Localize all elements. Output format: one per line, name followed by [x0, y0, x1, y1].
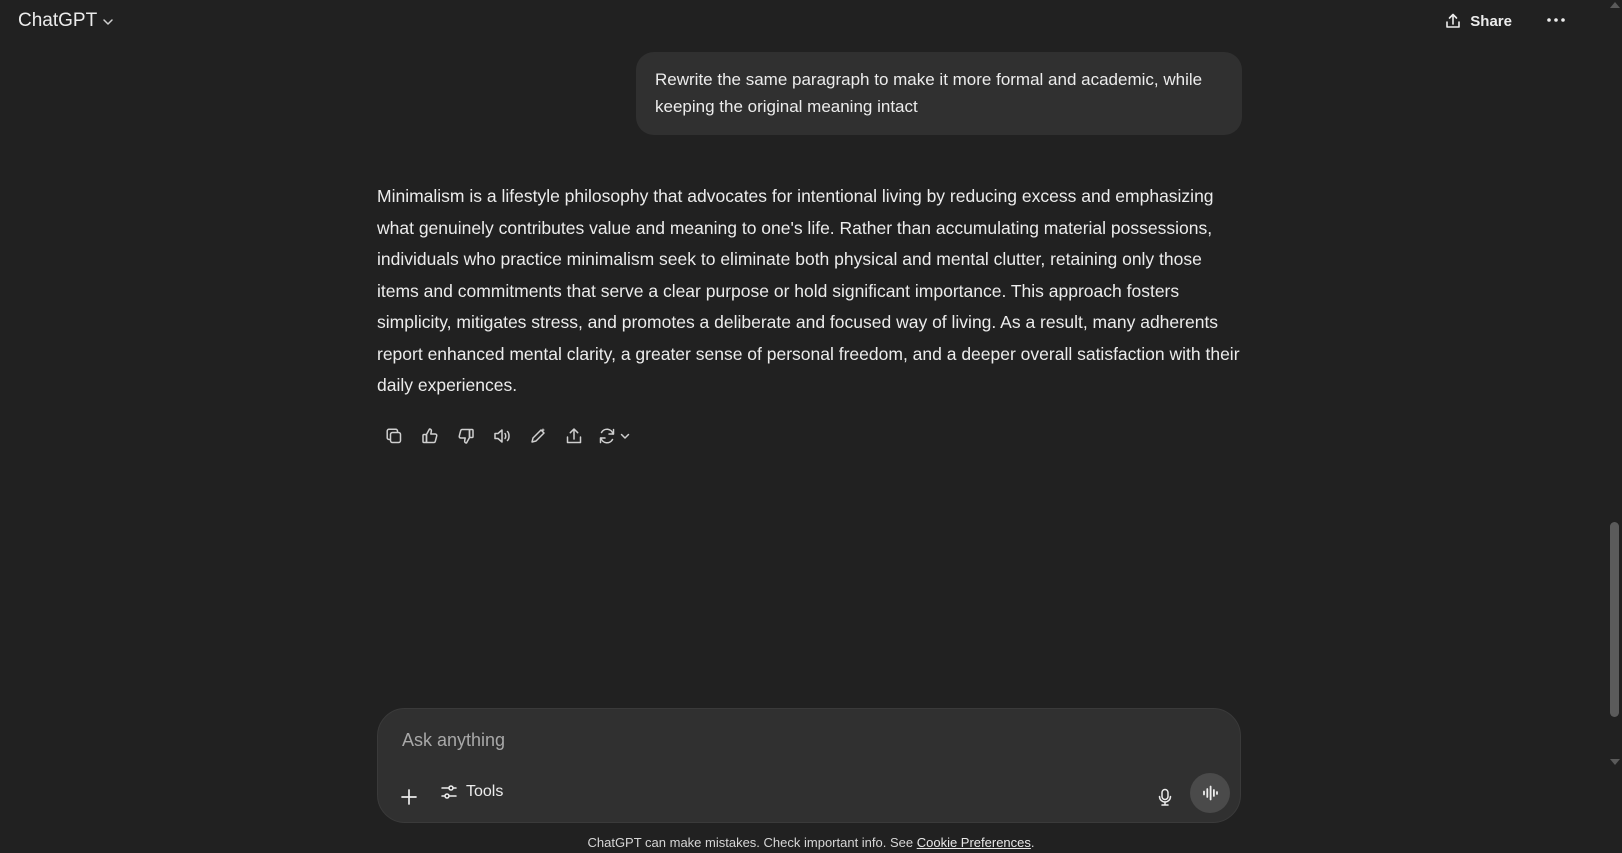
cookie-preferences-link[interactable]: Cookie Preferences: [917, 835, 1031, 850]
assistant-message: Minimalism is a lifestyle philosophy tha…: [377, 186, 1240, 395]
scroll-up-arrow-icon[interactable]: [1610, 2, 1620, 8]
copy-icon: [386, 428, 402, 444]
model-label: ChatGPT: [18, 10, 98, 31]
read-aloud-button[interactable]: [484, 422, 520, 450]
prompt-input[interactable]: [400, 729, 1204, 752]
chevron-down-icon: [620, 433, 630, 439]
add-attachment-button[interactable]: [394, 782, 424, 812]
thumbs-down-icon: [458, 428, 474, 444]
plus-icon: [401, 789, 417, 805]
thumbs-up-icon: [422, 428, 438, 444]
read-aloud-icon: [494, 429, 510, 443]
composer: Tools: [377, 708, 1241, 823]
tools-button[interactable]: Tools: [440, 783, 503, 801]
regenerate-icon: [599, 428, 615, 444]
edit-in-canvas-icon: [531, 428, 545, 443]
thumbs-up-button[interactable]: [412, 422, 448, 450]
share-icon: [566, 428, 582, 444]
scrollbar-thumb[interactable]: [1610, 522, 1619, 717]
thumbs-down-button[interactable]: [448, 422, 484, 450]
disclaimer-end: .: [1030, 835, 1035, 850]
disclaimer-text: ChatGPT can make mistakes. Check importa…: [587, 835, 917, 850]
sliders-icon: [441, 785, 457, 799]
microphone-icon: [1158, 788, 1172, 806]
disclaimer: ChatGPT can make mistakes. Check importa…: [0, 835, 1622, 850]
user-message: Rewrite the same paragraph to make it mo…: [636, 52, 1242, 135]
top-bar: ChatGPT Share: [0, 0, 1622, 44]
scrollbar[interactable]: [1607, 0, 1622, 853]
copy-button[interactable]: [376, 422, 412, 450]
ellipsis-icon: [1547, 18, 1565, 22]
regenerate-button[interactable]: [592, 422, 636, 450]
share-message-button[interactable]: [556, 422, 592, 450]
more-options-button[interactable]: [1542, 8, 1570, 32]
voice-mode-button[interactable]: [1190, 773, 1230, 813]
waveform-icon: [1203, 785, 1218, 801]
dictate-button[interactable]: [1150, 782, 1180, 812]
tools-label: Tools: [466, 783, 504, 800]
model-selector[interactable]: ChatGPT: [14, 8, 119, 34]
chat-page: ChatGPT Share Rewrite the same paragraph…: [0, 0, 1622, 853]
share-label: Share: [1470, 12, 1512, 30]
share-icon: [1446, 13, 1461, 28]
scroll-down-arrow-icon[interactable]: [1610, 759, 1620, 765]
chevron-down-icon: [103, 19, 113, 25]
edit-in-canvas-button[interactable]: [520, 422, 556, 450]
message-actions: [376, 422, 636, 450]
share-button[interactable]: Share: [1438, 8, 1518, 34]
